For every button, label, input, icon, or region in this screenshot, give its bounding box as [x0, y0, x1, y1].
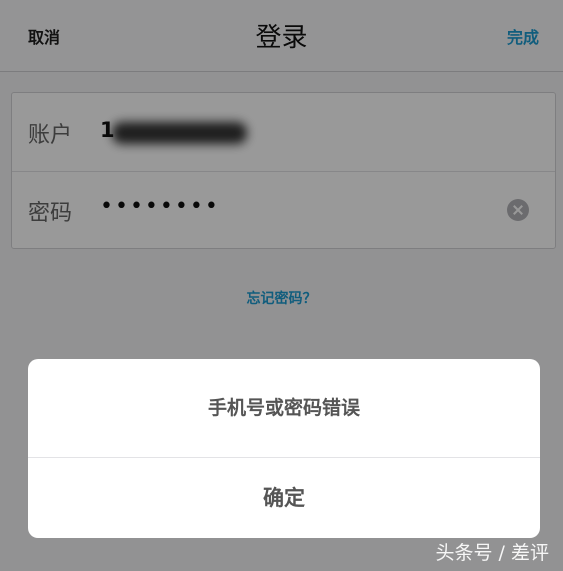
confirm-button[interactable]: 确定	[28, 458, 540, 538]
watermark: 头条号 / 差评	[435, 542, 549, 564]
error-alert-dialog: 手机号或密码错误 确定	[28, 359, 540, 538]
alert-message: 手机号或密码错误	[28, 359, 540, 458]
login-page: 取消 登录 完成 账户 1 密码 •••••••• 忘记密码？ 手机号或密码错误…	[0, 0, 563, 571]
